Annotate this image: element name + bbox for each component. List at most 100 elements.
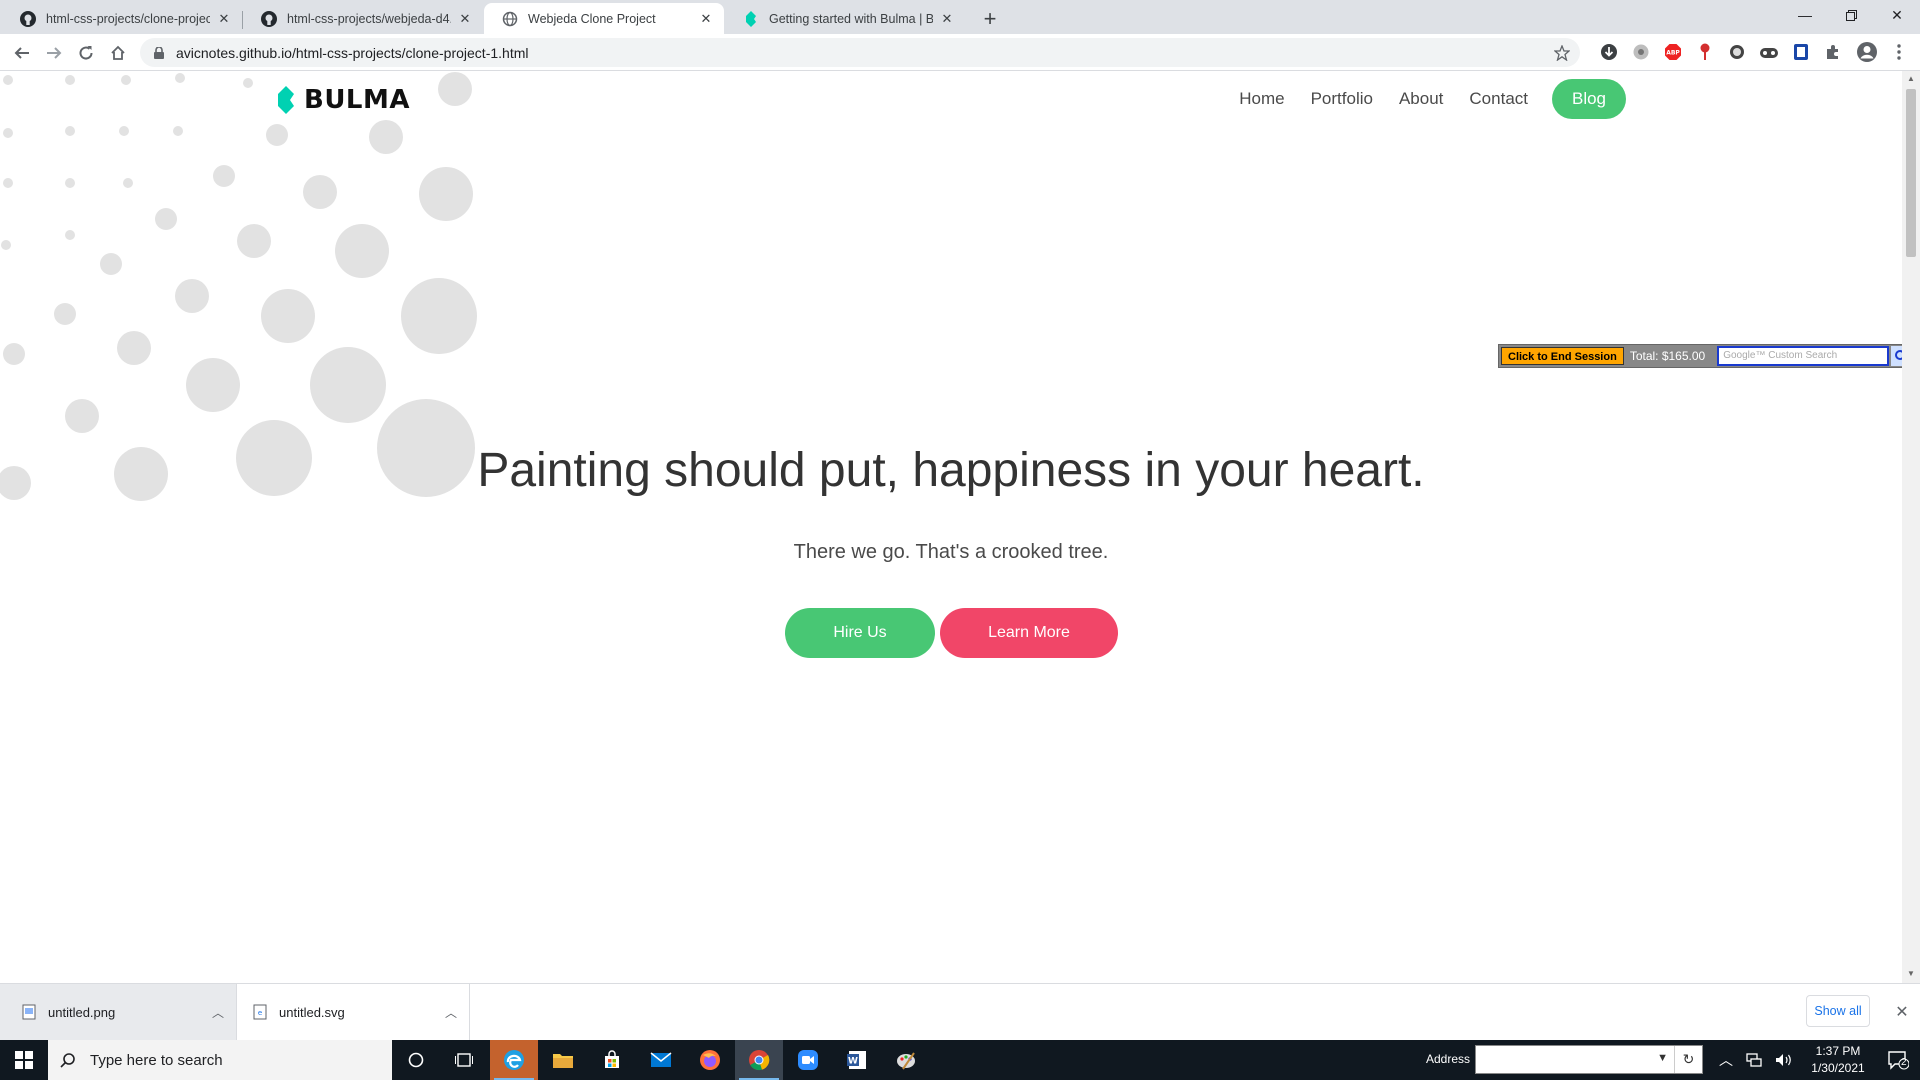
bulma-icon [743,10,759,27]
decorative-dot [419,167,473,221]
home-icon[interactable] [104,39,132,67]
nav-link-about[interactable]: About [1399,89,1443,109]
taskbar-search[interactable]: Type here to search [48,1040,392,1080]
learn-more-button[interactable]: Learn More [940,608,1118,658]
decorative-dot [1,240,11,250]
decorative-dot [65,230,75,240]
decorative-dot [213,165,235,187]
hire-us-button[interactable]: Hire Us [785,608,935,658]
address-text: avicnotes.github.io/html-css-projects/cl… [176,44,529,61]
network-icon[interactable] [1740,1040,1768,1080]
address-bar[interactable]: avicnotes.github.io/html-css-projects/cl… [140,38,1580,67]
extensions-puzzle-icon[interactable] [1823,42,1843,62]
windows-start-icon[interactable] [0,1040,48,1080]
hero-subtitle: There we go. That's a crooked tree. [793,541,1109,563]
search-icon[interactable] [1891,346,1902,366]
file-explorer-icon[interactable] [539,1040,587,1080]
tab-title: Getting started with Bulma | Bulm [769,11,933,26]
adblock-icon[interactable]: ABP [1663,42,1683,62]
zoom-icon[interactable] [784,1040,832,1080]
firefox-icon[interactable] [686,1040,734,1080]
profile-avatar-icon[interactable] [1855,42,1879,62]
blog-button[interactable]: Blog [1552,79,1626,119]
volume-icon[interactable] [1770,1040,1798,1080]
kebab-menu-icon[interactable] [1889,42,1909,62]
taskbar-clock[interactable]: 1:37 PM 1/30/2021 [1798,1043,1878,1077]
svg-text:ABP: ABP [1666,50,1680,57]
shelf-close-icon[interactable]: ✕ [1890,1000,1914,1024]
minimize-icon[interactable]: — [1782,0,1828,30]
cortana-icon[interactable] [392,1040,440,1080]
tab-close-icon[interactable]: ✕ [216,11,232,27]
window-close-icon[interactable]: ✕ [1874,0,1920,30]
task-view-icon[interactable] [440,1040,488,1080]
edge-icon[interactable] [490,1040,538,1080]
download-item[interactable]: untitled.png ︿ [0,984,236,1040]
brand-name: BULMA [304,85,410,115]
brand-logo[interactable]: BULMA [276,85,410,115]
taskbar-address-input[interactable]: ▼ ↻ [1475,1045,1703,1074]
mail-icon[interactable] [637,1040,685,1080]
bookmark-star-icon[interactable] [1554,44,1570,61]
download-circle-icon[interactable] [1599,42,1619,62]
scrollbar-thumb[interactable] [1906,89,1916,257]
forward-icon[interactable] [40,39,68,67]
tab-close-icon[interactable]: ✕ [698,11,714,27]
paint-icon[interactable] [882,1040,930,1080]
tab-title: html-css-projects/clone-project- [46,11,210,26]
decorative-dot [54,303,76,325]
new-tab-button[interactable]: + [976,6,1004,34]
reload-icon[interactable] [72,39,100,67]
taskbar-address-label: Address [1426,1052,1471,1066]
pin-icon[interactable] [1695,42,1715,62]
decorative-dot [123,178,133,188]
chevron-up-icon[interactable]: ︿ [212,1004,224,1021]
tray-chevron-up-icon[interactable]: ︿ [1714,1040,1738,1080]
store-icon[interactable] [588,1040,636,1080]
decorative-dot [3,178,13,188]
decorative-dot [401,278,477,354]
globe-icon [502,11,518,27]
tab-title: Webjeda Clone Project [528,11,656,26]
end-session-button[interactable]: Click to End Session [1501,347,1624,365]
extension-gamepad-icon[interactable] [1759,42,1779,62]
svg-text:e: e [258,1009,262,1017]
github-icon [261,10,277,27]
tab-title: html-css-projects/webjeda-d4.ht [287,11,451,26]
refresh-icon[interactable]: ↻ [1674,1046,1702,1073]
scroll-down-icon[interactable]: ▼ [1906,969,1916,979]
browser-tab-active[interactable]: Webjeda Clone Project ✕ [484,3,724,34]
download-filename: untitled.svg [279,1004,345,1020]
image-file-icon [22,1004,36,1020]
nav-link-portfolio[interactable]: Portfolio [1311,89,1373,109]
extension-gray-icon[interactable] [1631,42,1651,62]
restore-icon[interactable] [1828,0,1874,30]
notification-center-icon[interactable]: 2 [1878,1040,1918,1080]
tab-close-icon[interactable]: ✕ [457,11,473,27]
tab-close-icon[interactable]: ✕ [939,11,955,27]
download-filename: untitled.png [48,1004,116,1020]
browser-tab[interactable]: Getting started with Bulma | Bulm ✕ [725,3,965,34]
custom-search-input[interactable]: Google™ Custom Search [1717,346,1890,366]
download-item[interactable]: e untitled.svg ︿ [237,984,469,1040]
scroll-up-icon[interactable]: ▲ [1906,74,1916,84]
back-icon[interactable] [8,39,36,67]
lock-icon [154,46,164,59]
decorative-dot [335,224,389,278]
extension-blue-icon[interactable] [1791,42,1811,62]
page-scrollbar[interactable]: ▲ ▼ [1902,71,1920,983]
chevron-down-icon[interactable]: ▼ [1657,1052,1668,1064]
show-all-button[interactable]: Show all [1806,995,1870,1027]
extension-circle-icon[interactable] [1727,42,1747,62]
nav-link-home[interactable]: Home [1239,89,1284,109]
browser-tab[interactable]: html-css-projects/webjeda-d4.ht ✕ [243,3,483,34]
browser-tab[interactable]: html-css-projects/clone-project- ✕ [2,3,242,34]
decorative-dot [186,358,240,412]
browser-toolbar: avicnotes.github.io/html-css-projects/cl… [0,34,1920,71]
decorative-dot [173,126,183,136]
nav-links: Home Portfolio About Contact Blog [1213,79,1626,119]
word-icon[interactable]: W [833,1040,881,1080]
chevron-up-icon[interactable]: ︿ [445,1004,457,1021]
chrome-icon[interactable] [735,1040,783,1080]
nav-link-contact[interactable]: Contact [1469,89,1528,109]
